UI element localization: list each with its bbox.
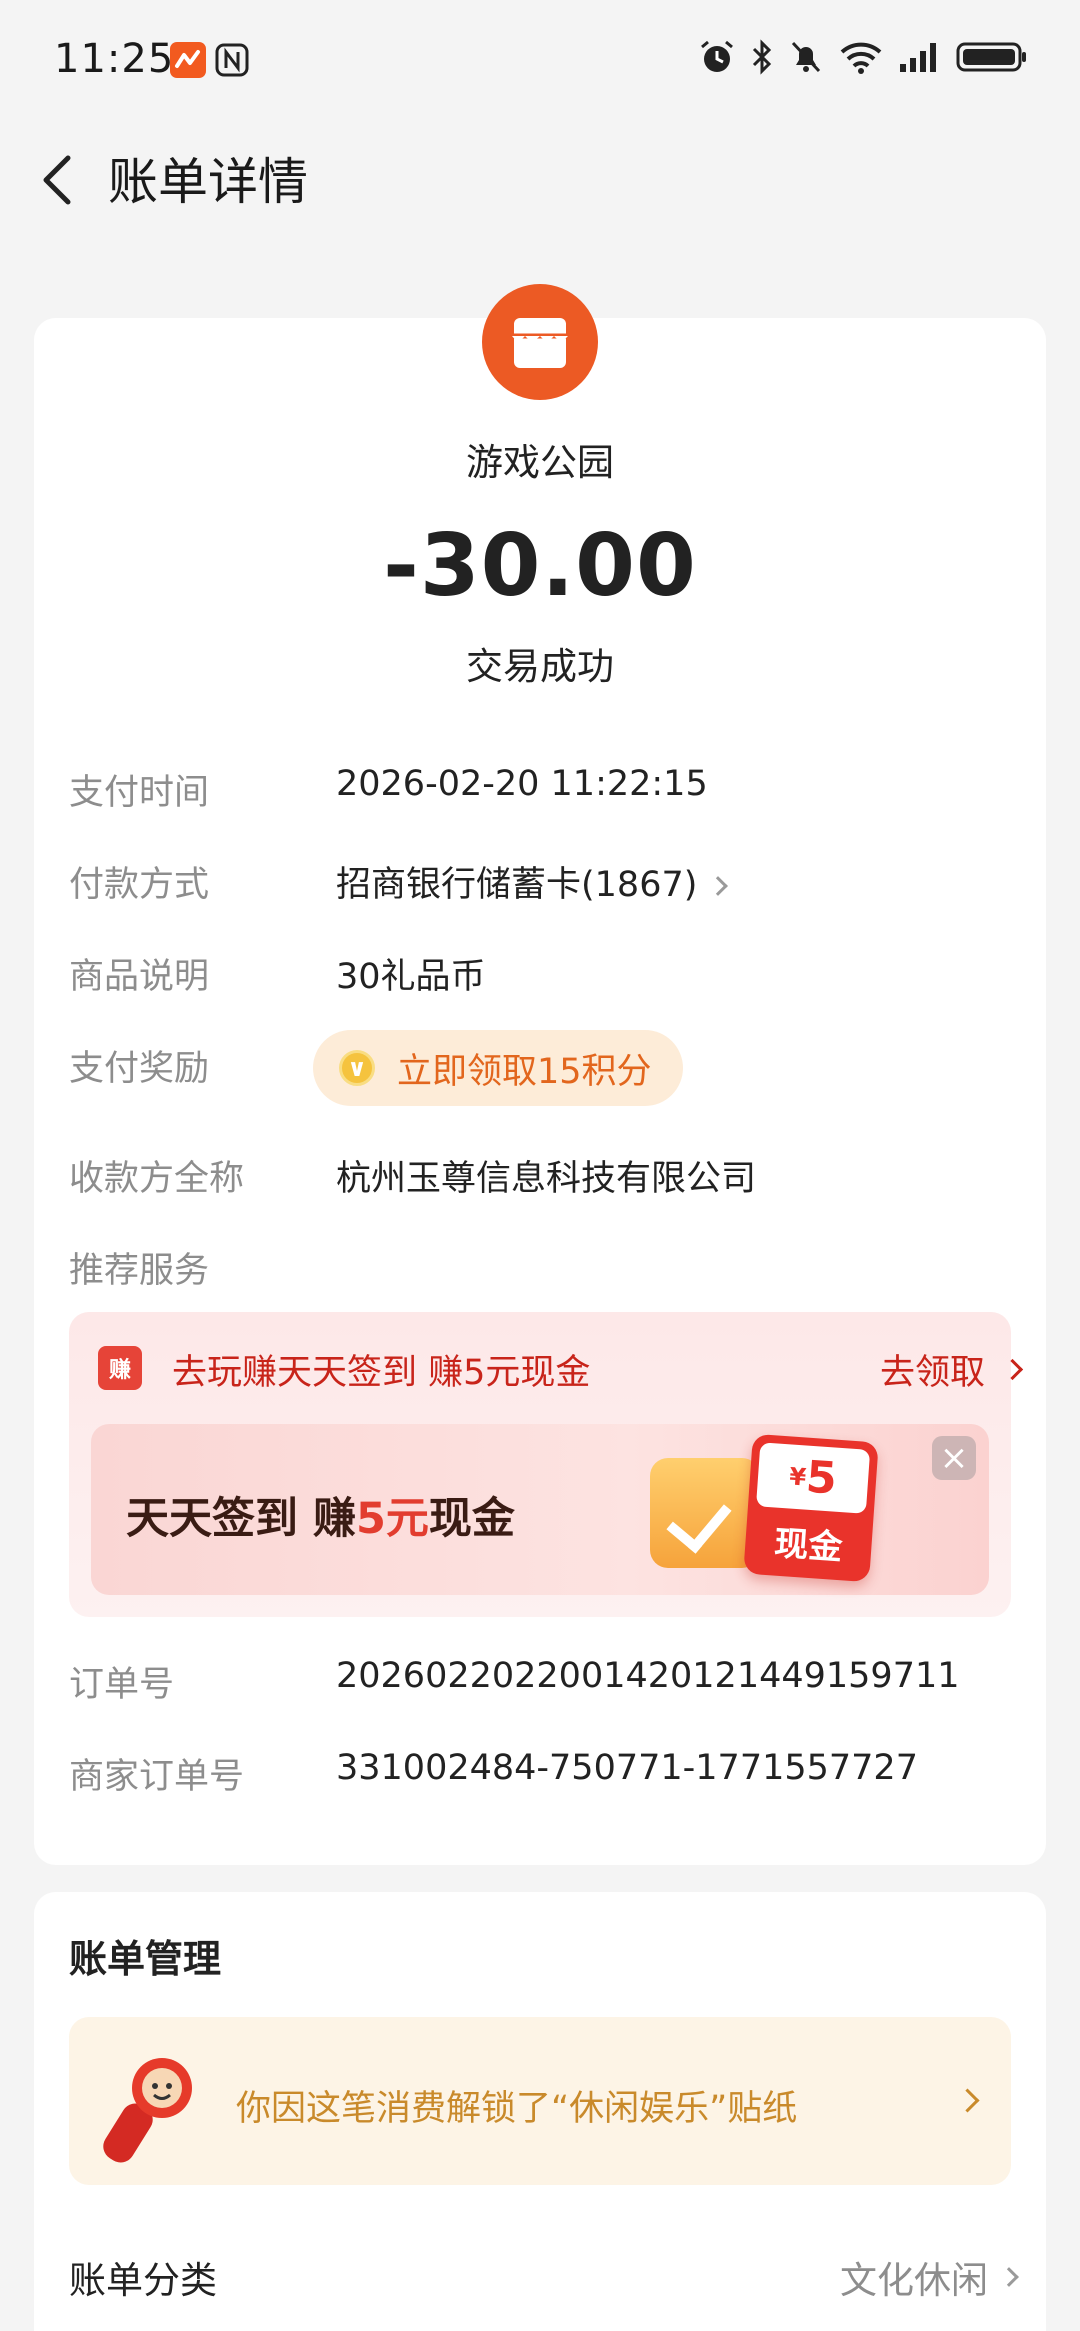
payee-value: 杭州玉尊信息科技有限公司: [336, 1159, 757, 1199]
close-icon[interactable]: ×: [932, 1436, 976, 1480]
bluetooth-icon: [752, 39, 772, 75]
transaction-status: 交易成功: [466, 645, 614, 688]
wifi-icon: [840, 42, 882, 74]
claim-link-label: 去领取: [879, 1353, 985, 1393]
pay-time-value: 2026-02-20 11:22:15: [336, 764, 708, 804]
category-label: 账单分类: [69, 2259, 217, 2302]
section-title: 账单管理: [69, 1937, 222, 1981]
cash-reward-card: ¥5 现金: [743, 1433, 879, 1583]
merchant-name: 游戏公园: [466, 441, 614, 484]
banner-text-prefix: 天天签到 赚: [126, 1494, 356, 1544]
battery-icon: [956, 42, 1026, 72]
page-title: 账单详情: [108, 153, 308, 211]
payment-method-row[interactable]: 招商银行储蓄卡(1867): [336, 856, 729, 907]
status-time: 11:25: [54, 36, 175, 82]
sticker-text: 你因这笔消费解锁了“休闲娱乐”贴纸: [236, 2089, 798, 2129]
calendar-check-icon: [650, 1458, 760, 1568]
nfc-icon: [214, 42, 250, 78]
category-selector[interactable]: 文化休闲: [840, 2250, 1019, 2304]
chevron-right-icon: [999, 2267, 1019, 2287]
merchant-order-value: 331002484-750771-1771557727: [336, 1748, 918, 1788]
chevron-left-icon: [43, 155, 71, 205]
promo-title: 去玩赚天天签到 赚5元现金: [172, 1353, 591, 1393]
order-number-label: 订单号: [69, 1665, 175, 1705]
recommended-services-label: 推荐服务: [69, 1251, 210, 1291]
payment-method-label: 付款方式: [69, 865, 210, 905]
claim-link[interactable]: 去领取: [879, 1344, 1024, 1395]
mute-icon: [791, 41, 821, 73]
back-button[interactable]: [36, 152, 84, 208]
transaction-amount: -30.00: [383, 516, 697, 616]
signal-icon: [900, 43, 936, 72]
cash-symbol: ¥: [788, 1462, 808, 1492]
chevron-right-icon: [708, 876, 729, 896]
product-desc-value: 30礼品币: [336, 957, 486, 997]
order-number-value: 2026022022001420121449159711: [336, 1656, 960, 1696]
banner-text: 天天签到 赚5元现金: [126, 1484, 515, 1546]
cash-label: 现金: [773, 1523, 844, 1569]
pay-reward-label: 支付奖励: [69, 1049, 210, 1089]
merchant-order-label: 商家订单号: [69, 1757, 245, 1797]
claim-points-button[interactable]: ∨ 立即领取15积分: [313, 1030, 683, 1106]
cash-amount: ¥5: [755, 1442, 871, 1514]
banner-text-suffix: 现金: [428, 1494, 515, 1544]
chevron-right-icon: [1001, 1358, 1024, 1381]
cash-amount-value: 5: [804, 1451, 839, 1505]
points-coin-icon: ∨: [339, 1050, 375, 1086]
payment-method-value: 招商银行储蓄卡(1867): [336, 865, 698, 905]
banner-text-highlight: 5元: [355, 1494, 429, 1544]
claim-points-label: 立即领取15积分: [397, 1051, 652, 1092]
earn-icon: 赚: [98, 1346, 142, 1390]
store-icon: [482, 284, 598, 400]
alarm-icon: [701, 40, 733, 72]
app-notification-icon: [170, 42, 206, 78]
pay-time-label: 支付时间: [69, 773, 210, 813]
status-icons: [698, 38, 1028, 76]
microphone-sticker-icon: [92, 2046, 212, 2166]
payee-label: 收款方全称: [69, 1159, 245, 1199]
category-value: 文化休闲: [840, 2259, 988, 2302]
product-desc-label: 商品说明: [69, 957, 210, 997]
